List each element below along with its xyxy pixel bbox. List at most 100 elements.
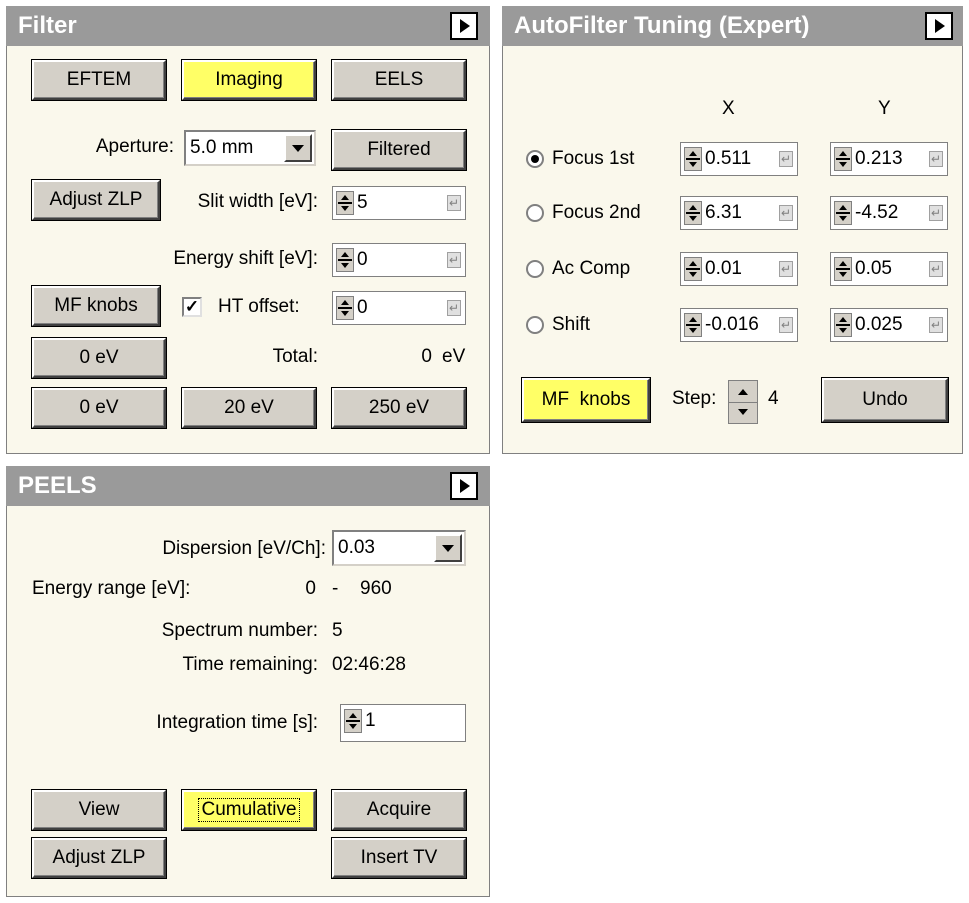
spin-arrows-icon[interactable] [834, 313, 852, 337]
chevron-down-icon[interactable] [434, 534, 462, 562]
ac-comp-x-field[interactable]: 0.01 ↵ [680, 252, 798, 286]
focus-2nd-y-field[interactable]: -4.52 ↵ [830, 196, 948, 230]
spin-arrows-icon[interactable] [834, 257, 852, 281]
energy-range-to: 960 [360, 578, 392, 599]
spectrum-number-label: Spectrum number: [161, 620, 318, 641]
focus-2nd-radio[interactable] [526, 204, 544, 222]
total-label: Total: [272, 346, 318, 367]
enter-icon[interactable]: ↵ [447, 252, 461, 268]
two-fifty-ev-button[interactable]: 250 eV [331, 387, 467, 429]
focus-1st-y-field[interactable]: 0.213 ↵ [830, 142, 948, 176]
spin-arrows-icon[interactable] [834, 201, 852, 225]
zero-ev-button-2[interactable]: 0 eV [31, 387, 167, 429]
autofilter-title: AutoFilter Tuning (Expert) [514, 12, 810, 39]
time-remaining-value: 02:46:28 [332, 654, 406, 675]
enter-icon[interactable]: ↵ [447, 195, 461, 211]
insert-tv-button[interactable]: Insert TV [331, 837, 467, 879]
slit-width-value: 5 [357, 192, 368, 213]
enter-icon[interactable]: ↵ [929, 151, 943, 167]
peels-adjust-zlp-button[interactable]: Adjust ZLP [31, 837, 167, 879]
time-remaining-label: Time remaining: [182, 654, 318, 675]
energy-range-separator: - [332, 578, 339, 599]
focus-1st-label: Focus 1st [552, 148, 635, 169]
filter-expand-arrow-icon[interactable] [450, 12, 478, 40]
focus-1st-x-value: 0.511 [705, 148, 752, 169]
spin-arrows-icon[interactable] [336, 296, 354, 320]
ht-offset-checkbox[interactable]: ✓ [182, 297, 202, 317]
zero-ev-button-1[interactable]: 0 eV [31, 337, 167, 379]
ht-offset-value: 0 [357, 297, 368, 318]
enter-icon[interactable]: ↵ [779, 317, 793, 333]
spectrum-number-value: 5 [332, 620, 343, 641]
eels-button[interactable]: EELS [331, 59, 467, 101]
energy-shift-field[interactable]: 0 ↵ [332, 243, 466, 277]
column-y-label: Y [878, 98, 891, 119]
spin-arrows-icon[interactable] [336, 191, 354, 215]
ac-comp-radio[interactable] [526, 260, 544, 278]
view-button[interactable]: View [31, 789, 167, 831]
ac-comp-y-field[interactable]: 0.05 ↵ [830, 252, 948, 286]
step-stepper[interactable] [728, 380, 758, 424]
integration-time-value: 1 [365, 710, 376, 731]
filter-panel: Filter EFTEM Imaging EELS Aperture: 5.0 … [0, 0, 496, 460]
total-value: 0 [421, 346, 432, 367]
peels-expand-arrow-icon[interactable] [450, 472, 478, 500]
spin-arrows-icon[interactable] [336, 248, 354, 272]
total-unit: eV [442, 346, 466, 367]
enter-icon[interactable]: ↵ [779, 151, 793, 167]
spin-arrows-icon[interactable] [684, 147, 702, 171]
focus-2nd-y-value: -4.52 [855, 202, 899, 223]
dispersion-select[interactable]: 0.03 [332, 530, 466, 566]
spin-arrows-icon[interactable] [684, 313, 702, 337]
acquire-button[interactable]: Acquire [331, 789, 467, 831]
enter-icon[interactable]: ↵ [779, 205, 793, 221]
filtered-button[interactable]: Filtered [331, 129, 467, 171]
autofilter-mf-knobs-button[interactable]: MF knobs [521, 377, 651, 423]
shift-radio[interactable] [526, 316, 544, 334]
slit-width-label: Slit width [eV]: [197, 191, 318, 212]
enter-icon[interactable]: ↵ [447, 300, 461, 316]
shift-y-field[interactable]: 0.025 ↵ [830, 308, 948, 342]
focus-1st-x-field[interactable]: 0.511 ↵ [680, 142, 798, 176]
ac-comp-x-value: 0.01 [705, 258, 742, 279]
integration-time-label: Integration time [s]: [156, 712, 318, 733]
imaging-button[interactable]: Imaging [181, 59, 317, 101]
filter-title: Filter [18, 12, 77, 39]
energy-shift-label: Energy shift [eV]: [173, 248, 318, 269]
autofilter-expand-arrow-icon[interactable] [925, 12, 953, 40]
peels-panel: PEELS Dispersion [eV/Ch]: 0.03 Energy ra… [0, 460, 496, 903]
peels-title: PEELS [18, 472, 97, 499]
aperture-select[interactable]: 5.0 mm [184, 130, 316, 166]
cumulative-button[interactable]: Cumulative [181, 789, 317, 831]
ht-offset-field[interactable]: 0 ↵ [332, 291, 466, 325]
energy-range-label: Energy range [eV]: [32, 578, 191, 599]
shift-label: Shift [552, 314, 591, 335]
spin-arrows-icon[interactable] [684, 201, 702, 225]
shift-x-field[interactable]: -0.016 ↵ [680, 308, 798, 342]
enter-icon[interactable]: ↵ [929, 317, 943, 333]
ac-comp-y-value: 0.05 [855, 258, 892, 279]
undo-button[interactable]: Undo [821, 377, 949, 423]
mf-knobs-button[interactable]: MF knobs [31, 285, 161, 327]
step-label: Step: [672, 388, 717, 409]
dispersion-label: Dispersion [eV/Ch]: [162, 538, 326, 559]
ht-offset-label: HT offset: [218, 296, 300, 317]
spin-arrows-icon[interactable] [684, 257, 702, 281]
enter-icon[interactable]: ↵ [929, 205, 943, 221]
enter-icon[interactable]: ↵ [779, 261, 793, 277]
twenty-ev-button[interactable]: 20 eV [181, 387, 317, 429]
eftem-button[interactable]: EFTEM [31, 59, 167, 101]
slit-width-field[interactable]: 5 ↵ [332, 186, 466, 220]
adjust-zlp-button[interactable]: Adjust ZLP [31, 179, 161, 221]
spin-arrows-icon[interactable] [834, 147, 852, 171]
dispersion-value: 0.03 [338, 537, 375, 558]
enter-icon[interactable]: ↵ [929, 261, 943, 277]
focus-1st-radio[interactable] [526, 150, 544, 168]
spin-arrows-icon[interactable] [344, 709, 362, 733]
ac-comp-label: Ac Comp [552, 258, 631, 279]
chevron-down-icon[interactable] [284, 134, 312, 162]
integration-time-field[interactable]: 1 [340, 704, 466, 742]
focus-2nd-x-field[interactable]: 6.31 ↵ [680, 196, 798, 230]
focus-1st-y-value: 0.213 [855, 148, 903, 169]
energy-range-from: 0 [305, 578, 316, 599]
